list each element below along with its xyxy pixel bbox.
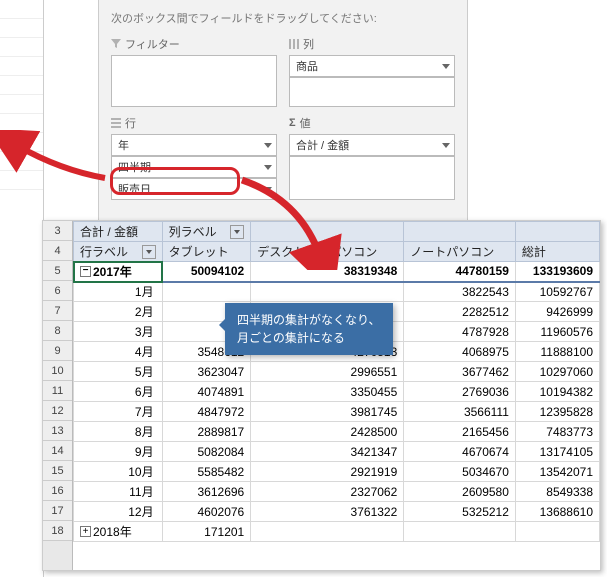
chevron-down-icon (264, 187, 272, 192)
callout-note: 四半期の集計がなくなり、 月ごとの集計になる (225, 303, 393, 355)
month-row[interactable]: 10月 (74, 462, 163, 482)
month-row[interactable]: 11月 (74, 482, 163, 502)
row-header[interactable]: 15 (43, 461, 72, 481)
filter-dropzone[interactable] (111, 55, 277, 107)
pivot-table[interactable]: 合計 / 金額列ラベル行ラベルタブレットデスクトップパソコンノートパソコン総計 −… (73, 221, 600, 542)
column-header[interactable]: 総計 (515, 242, 599, 262)
row-header[interactable]: 8 (43, 321, 72, 341)
total-cell[interactable]: 44780159 (404, 262, 516, 282)
pane-hint: 次のボックス間でフィールドをドラッグしてください: (111, 10, 455, 26)
row-labels-header[interactable]: 行ラベル (74, 242, 163, 262)
row-header[interactable]: 13 (43, 421, 72, 441)
rows-section-label: 行 (111, 115, 277, 131)
row-header[interactable]: 3 (43, 221, 72, 241)
row-field-year[interactable]: 年 (111, 134, 277, 156)
row-header[interactable]: 11 (43, 381, 72, 401)
row-header[interactable]: 5 (43, 261, 72, 281)
row-header[interactable]: 4 (43, 241, 72, 261)
row-field-date[interactable]: 販売日 (111, 178, 277, 200)
total-cell[interactable]: 50094102 (162, 262, 251, 282)
month-row[interactable]: 3月 (74, 322, 163, 342)
row-header[interactable]: 17 (43, 501, 72, 521)
month-row[interactable]: 1月 (74, 282, 163, 302)
pivot-corner[interactable]: 合計 / 金額 (74, 222, 163, 242)
column-labels-header[interactable]: 列ラベル (162, 222, 251, 242)
field-list-pane: 次のボックス間でフィールドをドラッグしてください: フィルター 列 商品 行 年… (98, 0, 468, 225)
row-header[interactable]: 14 (43, 441, 72, 461)
month-row[interactable]: 7月 (74, 402, 163, 422)
sigma-icon: Σ (289, 117, 296, 129)
values-section-label: Σ値 (289, 115, 455, 131)
month-row[interactable]: 4月 (74, 342, 163, 362)
total-cell[interactable]: 38319348 (251, 262, 404, 282)
column-header[interactable]: タブレット (162, 242, 251, 262)
row-header[interactable]: 6 (43, 281, 72, 301)
column-header[interactable]: デスクトップパソコン (251, 242, 404, 262)
values-dropzone[interactable] (289, 156, 455, 200)
chevron-down-icon (442, 143, 450, 148)
month-row[interactable]: 8月 (74, 422, 163, 442)
pivot-sheet: 3456789101112131415161718 合計 / 金額列ラベル行ラベ… (42, 220, 601, 571)
month-row[interactable]: 5月 (74, 362, 163, 382)
chevron-down-icon (264, 165, 272, 170)
month-row[interactable]: 6月 (74, 382, 163, 402)
col-field-product[interactable]: 商品 (289, 55, 455, 77)
month-row[interactable]: 12月 (74, 502, 163, 522)
year-row-2017[interactable]: −2017年 (74, 262, 163, 282)
rows-icon (111, 118, 121, 128)
row-field-quarter[interactable]: 四半期 (111, 156, 277, 178)
columns-dropzone[interactable] (289, 77, 455, 107)
filter-icon (111, 39, 121, 49)
column-header[interactable]: ノートパソコン (404, 242, 516, 262)
row-header[interactable]: 16 (43, 481, 72, 501)
year-row-2018[interactable]: +2018年 (74, 522, 163, 542)
row-header[interactable]: 9 (43, 341, 72, 361)
val-field-sum[interactable]: 合計 / 金額 (289, 134, 455, 156)
chevron-down-icon (442, 64, 450, 69)
columns-icon (289, 39, 299, 49)
total-cell[interactable]: 133193609 (515, 262, 599, 282)
row-header[interactable]: 12 (43, 401, 72, 421)
row-header[interactable]: 18 (43, 521, 72, 541)
chevron-down-icon (264, 143, 272, 148)
month-row[interactable]: 2月 (74, 302, 163, 322)
filter-section-label: フィルター (111, 36, 277, 52)
row-header[interactable]: 7 (43, 301, 72, 321)
row-header[interactable]: 10 (43, 361, 72, 381)
columns-section-label: 列 (289, 36, 455, 52)
month-row[interactable]: 9月 (74, 442, 163, 462)
